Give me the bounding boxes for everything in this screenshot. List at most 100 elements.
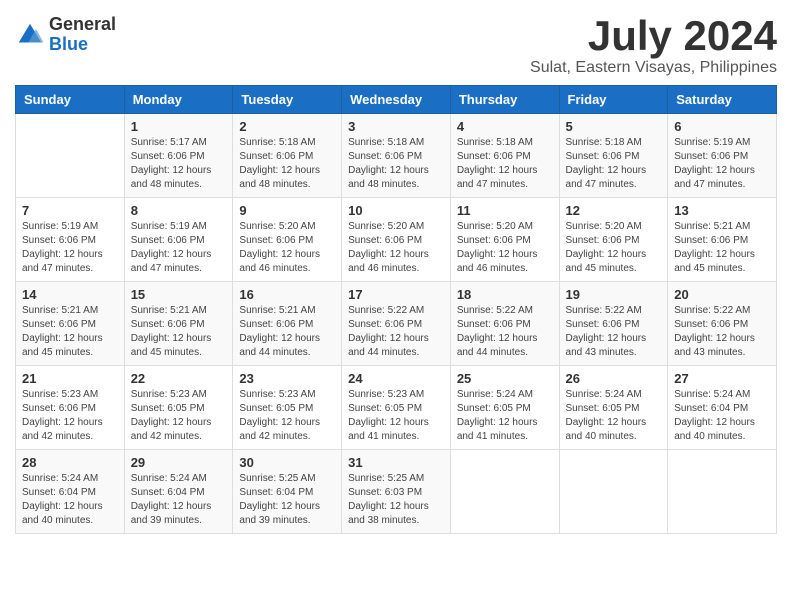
calendar-cell: 7Sunrise: 5:19 AM Sunset: 6:06 PM Daylig…: [16, 198, 125, 282]
day-info: Sunrise: 5:21 AM Sunset: 6:06 PM Dayligh…: [674, 220, 770, 276]
day-info: Sunrise: 5:21 AM Sunset: 6:06 PM Dayligh…: [131, 304, 227, 360]
header-day: Friday: [559, 86, 668, 114]
header: General Blue July 2024 Sulat, Eastern Vi…: [15, 15, 777, 77]
header-day: Sunday: [16, 86, 125, 114]
header-day: Thursday: [450, 86, 559, 114]
day-number: 19: [566, 287, 662, 302]
day-number: 27: [674, 371, 770, 386]
day-number: 17: [348, 287, 444, 302]
day-number: 24: [348, 371, 444, 386]
day-number: 29: [131, 455, 227, 470]
calendar-cell: 28 Sunrise: 5:24 AM Sunset: 6:04 PM Dayli…: [16, 450, 125, 534]
day-number: 21: [22, 371, 118, 386]
day-info: Sunrise: 5:18 AM Sunset: 6:06 PM Dayligh…: [566, 136, 662, 192]
calendar-cell: 26Sunrise: 5:24 AM Sunset: 6:05 PM Dayli…: [559, 366, 668, 450]
month-title: July 2024: [530, 15, 777, 57]
calendar-cell: 25 Sunrise: 5:24 AM Sunset: 6:05 PM Dayli…: [450, 366, 559, 450]
calendar-cell: 1Sunrise: 5:17 AM Sunset: 6:06 PM Daylig…: [124, 114, 233, 198]
calendar-cell: 22Sunrise: 5:23 AM Sunset: 6:05 PM Dayli…: [124, 366, 233, 450]
calendar-cell: 4 Sunrise: 5:18 AM Sunset: 6:06 PM Daylig…: [450, 114, 559, 198]
calendar-cell: 10 Sunrise: 5:20 AM Sunset: 6:06 PM Dayli…: [342, 198, 451, 282]
day-info: Sunrise: 5:24 AM Sunset: 6:04 PM Dayligh…: [131, 472, 227, 528]
calendar-cell: 5 Sunrise: 5:18 AM Sunset: 6:06 PM Daylig…: [559, 114, 668, 198]
day-number: 16: [239, 287, 335, 302]
day-number: 12: [566, 203, 662, 218]
calendar-cell: 12 Sunrise: 5:20 AM Sunset: 6:06 PM Dayli…: [559, 198, 668, 282]
day-number: 3: [348, 119, 444, 134]
day-number: 18: [457, 287, 553, 302]
calendar-cell: 29 Sunrise: 5:24 AM Sunset: 6:04 PM Dayli…: [124, 450, 233, 534]
calendar-week-row: 21Sunrise: 5:23 AM Sunset: 6:06 PM Dayli…: [16, 366, 777, 450]
day-info: Sunrise: 5:19 AM Sunset: 6:06 PM Dayligh…: [131, 220, 227, 276]
day-info: Sunrise: 5:21 AM Sunset: 6:06 PM Dayligh…: [239, 304, 335, 360]
header-row: SundayMondayTuesdayWednesdayThursdayFrid…: [16, 86, 777, 114]
day-number: 22: [131, 371, 227, 386]
day-info: Sunrise: 5:18 AM Sunset: 6:06 PM Dayligh…: [239, 136, 335, 192]
calendar-cell: [559, 450, 668, 534]
day-number: 2: [239, 119, 335, 134]
day-info: Sunrise: 5:22 AM Sunset: 6:06 PM Dayligh…: [348, 304, 444, 360]
header-day: Monday: [124, 86, 233, 114]
day-info: Sunrise: 5:19 AM Sunset: 6:06 PM Dayligh…: [674, 136, 770, 192]
calendar-cell: 20Sunrise: 5:22 AM Sunset: 6:06 PM Dayli…: [668, 282, 777, 366]
day-number: 9: [239, 203, 335, 218]
day-info: Sunrise: 5:17 AM Sunset: 6:06 PM Dayligh…: [131, 136, 227, 192]
header-day: Saturday: [668, 86, 777, 114]
calendar-week-row: 14 Sunrise: 5:21 AM Sunset: 6:06 PM Dayli…: [16, 282, 777, 366]
day-info: Sunrise: 5:25 AM Sunset: 6:04 PM Dayligh…: [239, 472, 335, 528]
calendar-cell: 18 Sunrise: 5:22 AM Sunset: 6:06 PM Dayli…: [450, 282, 559, 366]
day-number: 5: [566, 119, 662, 134]
calendar-cell: [16, 114, 125, 198]
calendar-cell: 3 Sunrise: 5:18 AM Sunset: 6:06 PM Daylig…: [342, 114, 451, 198]
calendar-cell: [668, 450, 777, 534]
day-info: Sunrise: 5:18 AM Sunset: 6:06 PM Dayligh…: [457, 136, 553, 192]
logo: General Blue: [15, 15, 116, 55]
calendar-week-row: 1Sunrise: 5:17 AM Sunset: 6:06 PM Daylig…: [16, 114, 777, 198]
calendar-cell: 14 Sunrise: 5:21 AM Sunset: 6:06 PM Dayli…: [16, 282, 125, 366]
calendar-cell: 2 Sunrise: 5:18 AM Sunset: 6:06 PM Daylig…: [233, 114, 342, 198]
day-number: 6: [674, 119, 770, 134]
day-info: Sunrise: 5:20 AM Sunset: 6:06 PM Dayligh…: [239, 220, 335, 276]
calendar-cell: 31Sunrise: 5:25 AM Sunset: 6:03 PM Dayli…: [342, 450, 451, 534]
day-number: 15: [131, 287, 227, 302]
day-info: Sunrise: 5:20 AM Sunset: 6:06 PM Dayligh…: [348, 220, 444, 276]
day-number: 8: [131, 203, 227, 218]
calendar-cell: 30Sunrise: 5:25 AM Sunset: 6:04 PM Dayli…: [233, 450, 342, 534]
day-info: Sunrise: 5:19 AM Sunset: 6:06 PM Dayligh…: [22, 220, 118, 276]
title-area: July 2024 Sulat, Eastern Visayas, Philip…: [530, 15, 777, 77]
day-info: Sunrise: 5:23 AM Sunset: 6:05 PM Dayligh…: [348, 388, 444, 444]
day-number: 14: [22, 287, 118, 302]
day-number: 28: [22, 455, 118, 470]
day-info: Sunrise: 5:24 AM Sunset: 6:04 PM Dayligh…: [674, 388, 770, 444]
day-info: Sunrise: 5:25 AM Sunset: 6:03 PM Dayligh…: [348, 472, 444, 528]
calendar-cell: 15 Sunrise: 5:21 AM Sunset: 6:06 PM Dayli…: [124, 282, 233, 366]
day-number: 13: [674, 203, 770, 218]
day-info: Sunrise: 5:22 AM Sunset: 6:06 PM Dayligh…: [674, 304, 770, 360]
logo-general: General: [49, 15, 116, 35]
calendar-cell: 8 Sunrise: 5:19 AM Sunset: 6:06 PM Daylig…: [124, 198, 233, 282]
logo-text: General Blue: [49, 15, 116, 55]
day-number: 25: [457, 371, 553, 386]
day-info: Sunrise: 5:24 AM Sunset: 6:04 PM Dayligh…: [22, 472, 118, 528]
calendar-cell: 16 Sunrise: 5:21 AM Sunset: 6:06 PM Dayli…: [233, 282, 342, 366]
day-info: Sunrise: 5:24 AM Sunset: 6:05 PM Dayligh…: [457, 388, 553, 444]
day-info: Sunrise: 5:20 AM Sunset: 6:06 PM Dayligh…: [457, 220, 553, 276]
day-info: Sunrise: 5:18 AM Sunset: 6:06 PM Dayligh…: [348, 136, 444, 192]
day-info: Sunrise: 5:23 AM Sunset: 6:05 PM Dayligh…: [239, 388, 335, 444]
calendar-cell: 13 Sunrise: 5:21 AM Sunset: 6:06 PM Dayli…: [668, 198, 777, 282]
logo-icon: [15, 20, 45, 50]
day-info: Sunrise: 5:20 AM Sunset: 6:06 PM Dayligh…: [566, 220, 662, 276]
header-day: Tuesday: [233, 86, 342, 114]
day-number: 4: [457, 119, 553, 134]
calendar-table: SundayMondayTuesdayWednesdayThursdayFrid…: [15, 85, 777, 534]
calendar-cell: 21Sunrise: 5:23 AM Sunset: 6:06 PM Dayli…: [16, 366, 125, 450]
day-info: Sunrise: 5:21 AM Sunset: 6:06 PM Dayligh…: [22, 304, 118, 360]
day-info: Sunrise: 5:22 AM Sunset: 6:06 PM Dayligh…: [566, 304, 662, 360]
day-info: Sunrise: 5:22 AM Sunset: 6:06 PM Dayligh…: [457, 304, 553, 360]
calendar-cell: 11 Sunrise: 5:20 AM Sunset: 6:06 PM Dayli…: [450, 198, 559, 282]
calendar-cell: [450, 450, 559, 534]
day-number: 23: [239, 371, 335, 386]
day-number: 11: [457, 203, 553, 218]
day-number: 10: [348, 203, 444, 218]
day-info: Sunrise: 5:24 AM Sunset: 6:05 PM Dayligh…: [566, 388, 662, 444]
